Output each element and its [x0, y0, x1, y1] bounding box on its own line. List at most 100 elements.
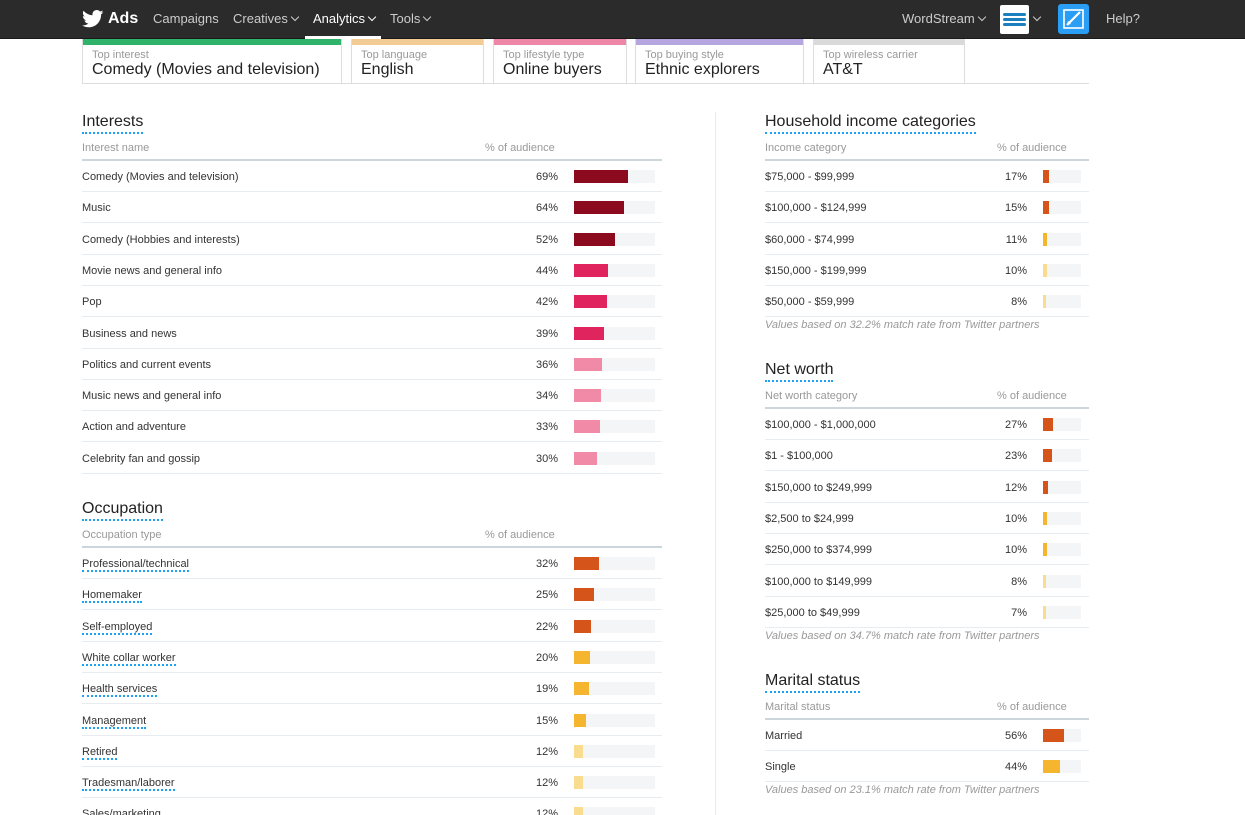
row-label[interactable]: Self-employed — [82, 621, 153, 635]
twitter-ads-logo[interactable]: Ads — [82, 8, 138, 30]
card-sub-label: Top buying style — [645, 49, 724, 61]
summary-card-lifestyle[interactable]: Top lifestyle type Online buyers — [493, 39, 627, 84]
table-row: Retired 12% — [82, 736, 662, 767]
row-label[interactable]: Health services — [82, 683, 158, 698]
row-percent: 19% — [535, 683, 558, 696]
row-label: $25,000 to $49,999 — [765, 606, 860, 619]
audience-summary-cards: Top interest Comedy (Movies and televisi… — [82, 39, 1089, 84]
bar-fill — [1043, 605, 1046, 619]
row-label: Comedy (Movies and television) — [82, 171, 239, 183]
bar-track — [574, 588, 655, 602]
table-row: Homemaker 25% — [82, 579, 662, 611]
bar-fill — [574, 295, 607, 309]
bar-track — [574, 232, 655, 246]
table-row: Tradesman/laborer 12% — [82, 767, 662, 799]
compose-tweet-button[interactable] — [1058, 4, 1089, 34]
bar-track — [574, 619, 655, 633]
marital-title[interactable]: Marital status — [765, 672, 861, 693]
occupation-col-name: Occupation type — [82, 529, 162, 541]
row-label[interactable]: Management — [82, 715, 147, 729]
row-label: Pop — [82, 296, 102, 309]
row-label[interactable]: Homemaker — [82, 589, 142, 604]
bar-fill — [574, 650, 590, 664]
row-percent: 12% — [535, 745, 558, 758]
row-percent: 22% — [535, 620, 558, 633]
row-label: Comedy (Hobbies and interests) — [82, 233, 240, 246]
summary-card-demographics[interactable]: Top language English — [351, 39, 484, 84]
table-row: Celebrity fan and gossip 30% — [82, 443, 662, 474]
bar-fill — [574, 682, 589, 696]
bar-fill — [574, 619, 591, 633]
nav-creatives-label: Creatives — [233, 11, 288, 26]
table-row: $150,000 to $249,999 12% — [765, 472, 1089, 503]
table-row: Music news and general info 34% — [82, 380, 662, 412]
bar-fill — [574, 451, 597, 465]
bar-track — [1043, 480, 1081, 494]
row-percent: 8% — [1011, 296, 1027, 309]
bar-track — [574, 776, 655, 790]
row-label[interactable]: Retired — [82, 746, 118, 760]
table-row: $1 - $100,000 23% — [765, 440, 1089, 472]
row-percent: 52% — [535, 233, 558, 246]
nav-creatives[interactable]: Creatives — [233, 0, 300, 39]
interests-title[interactable]: Interests — [82, 113, 144, 134]
bar-track — [574, 263, 655, 277]
top-nav: Ads Campaigns Creatives Analytics Tools … — [0, 0, 1245, 39]
bar-fill — [574, 744, 583, 758]
bar-track — [574, 713, 655, 727]
nav-campaigns[interactable]: Campaigns — [153, 0, 219, 39]
row-label[interactable]: White collar worker — [82, 652, 176, 666]
table-row: $150,000 - $199,999 10% — [765, 255, 1089, 286]
summary-card-consumer-behavior[interactable]: Top buying style Ethnic explorers — [635, 39, 804, 84]
net-worth-col-name: Net worth category — [765, 390, 858, 402]
help-label: Help? — [1106, 11, 1140, 26]
chevron-down-icon[interactable] — [1032, 12, 1042, 22]
bar-track — [574, 807, 655, 815]
bar-fill — [574, 776, 583, 790]
card-value: Online buyers — [503, 61, 602, 78]
row-label: $60,000 - $74,999 — [765, 233, 855, 246]
row-label[interactable]: Tradesman/laborer — [82, 777, 175, 792]
row-percent: 56% — [1004, 730, 1027, 742]
row-percent: 27% — [1004, 419, 1027, 431]
income-title[interactable]: Household income categories — [765, 113, 976, 134]
row-percent: 39% — [535, 327, 558, 340]
brand-label: Ads — [108, 10, 139, 27]
summary-card-mobile-footprint[interactable]: Top wireless carrier AT&T — [813, 39, 965, 84]
occupation-title[interactable]: Occupation — [82, 500, 163, 521]
account-switcher[interactable]: WordStream — [902, 0, 986, 39]
row-label: Celebrity fan and gossip — [82, 452, 201, 465]
nav-analytics[interactable]: Analytics — [305, 0, 382, 39]
net-worth-title[interactable]: Net worth — [765, 361, 834, 382]
row-percent: 34% — [535, 390, 558, 403]
bar-track — [574, 557, 655, 570]
help-link[interactable]: Help? — [1106, 0, 1140, 39]
bar-track — [1043, 263, 1081, 277]
card-sub-label: Top language — [361, 49, 428, 61]
table-row: $100,000 to $149,999 8% — [765, 566, 1089, 597]
row-label: $50,000 - $59,999 — [765, 296, 855, 309]
row-label: $150,000 - $199,999 — [765, 264, 867, 277]
table-row: $60,000 - $74,999 11% — [765, 224, 1089, 255]
bar-track — [1043, 295, 1081, 309]
bar-track — [1043, 232, 1081, 246]
table-row: Comedy (Movies and television) 69% — [82, 161, 662, 192]
nav-tools[interactable]: Tools — [390, 0, 432, 39]
card-value: Ethnic explorers — [645, 61, 760, 78]
marital-col-name: Marital status — [765, 701, 831, 713]
row-percent: 69% — [535, 171, 558, 183]
card-value: English — [361, 61, 414, 78]
row-label: Married — [765, 730, 803, 742]
table-row: $100,000 - $1,000,000 27% — [765, 409, 1089, 440]
row-label[interactable]: Professional/technical — [82, 558, 190, 572]
bar-track — [574, 451, 655, 465]
bar-fill — [574, 557, 599, 570]
row-label[interactable]: Sales/marketing — [82, 808, 161, 815]
interests-table-header: Interest name % of audience — [82, 139, 662, 161]
bar-fill — [574, 807, 583, 815]
account-avatar[interactable] — [1000, 5, 1029, 34]
bar-fill — [1043, 295, 1046, 309]
table-row: Business and news 39% — [82, 318, 662, 349]
bar-track — [574, 744, 655, 758]
summary-card-overview[interactable]: Top interest Comedy (Movies and televisi… — [82, 39, 342, 84]
